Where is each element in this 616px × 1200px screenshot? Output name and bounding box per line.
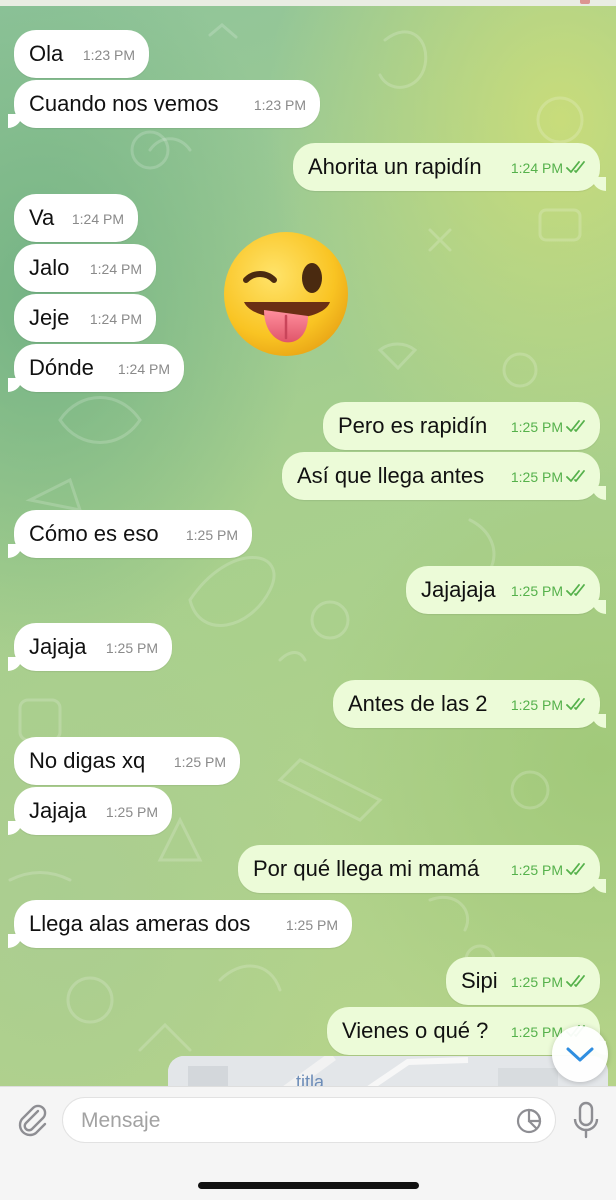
map-street-label: titla (296, 1072, 325, 1086)
outgoing-message[interactable]: Antes de las 2 1:25 PM (333, 680, 606, 728)
message-time: 1:24 PM (117, 361, 170, 377)
message-text: Vienes o qué ? (342, 1018, 489, 1043)
message-time: 1:25 PM (173, 754, 226, 770)
outgoing-message[interactable]: Pero es rapidín 1:25 PM (323, 402, 600, 450)
message-text: Jajaja (29, 798, 87, 823)
microphone-icon[interactable] (570, 1101, 602, 1141)
message-text: Sipi (461, 968, 498, 993)
message-text: Dónde (29, 355, 94, 380)
incoming-message[interactable]: Jajaja 1:25 PM (8, 623, 172, 671)
message-time: 1:25 PM (105, 804, 158, 820)
incoming-message[interactable]: Va 1:24 PM (14, 194, 138, 242)
outgoing-message[interactable]: Por qué llega mi mamá 1:25 PM (238, 845, 606, 893)
read-receipt-icon (566, 863, 585, 875)
outgoing-message[interactable]: Ahorita un rapidín 1:24 PM (293, 143, 606, 191)
message-text: Cómo es eso (29, 521, 159, 546)
message-text: No digas xq (29, 748, 146, 773)
message-time: 1:23 PM (253, 97, 306, 113)
incoming-message[interactable]: Cuando nos vemos 1:23 PM (8, 80, 320, 128)
location-map-preview[interactable]: titla (168, 1056, 608, 1086)
read-receipt-icon (566, 470, 585, 482)
read-receipt-icon (566, 975, 585, 987)
message-time: 1:23 PM (82, 47, 135, 63)
message-time: 1:25 PM (285, 917, 338, 933)
message-time: 1:25 PM (510, 469, 563, 485)
incoming-message[interactable]: Jalo 1:24 PM (14, 244, 156, 292)
home-indicator (198, 1182, 419, 1189)
message-time: 1:25 PM (185, 527, 238, 543)
chat-background: Ola 1:23 PM Cuando nos vemos 1:23 PM Ahorita… (0, 0, 616, 1086)
message-text: Va (29, 205, 55, 230)
chevron-down-icon (566, 1047, 594, 1062)
read-receipt-icon (566, 584, 585, 596)
message-text: Por qué llega mi mamá (253, 856, 480, 881)
message-input-field[interactable] (62, 1097, 556, 1143)
scroll-to-bottom-button[interactable] (552, 1026, 608, 1082)
message-time: 1:25 PM (510, 419, 563, 435)
message-text: Ahorita un rapidín (308, 154, 482, 179)
message-text: Pero es rapidín (338, 413, 488, 438)
message-input[interactable] (79, 1106, 503, 1136)
message-time: 1:25 PM (510, 974, 563, 990)
message-time: 1:25 PM (105, 640, 158, 656)
message-text: Antes de las 2 (348, 691, 488, 716)
message-text: Jajaja (29, 634, 87, 659)
read-receipt-icon (566, 161, 585, 173)
message-text: Así que llega antes (297, 463, 485, 488)
message-text: Jajajaja (421, 577, 496, 602)
message-text: Llega alas ameras dos (29, 911, 251, 936)
message-time: 1:25 PM (510, 583, 563, 599)
incoming-message[interactable]: Llega alas ameras dos 1:25 PM (8, 900, 352, 948)
read-receipt-icon (566, 698, 585, 710)
message-time: 1:24 PM (89, 261, 142, 277)
incoming-message[interactable]: Ola 1:23 PM (14, 30, 149, 78)
incoming-message[interactable]: Jajaja 1:25 PM (8, 787, 172, 835)
incoming-message[interactable]: Dónde 1:24 PM (8, 344, 184, 392)
message-text: Jalo (29, 255, 70, 280)
message-time: 1:24 PM (89, 311, 142, 327)
paperclip-icon[interactable] (14, 1101, 50, 1137)
incoming-message[interactable]: Cómo es eso 1:25 PM (8, 510, 252, 558)
read-receipt-icon (566, 420, 585, 432)
outgoing-message[interactable]: Así que llega antes 1:25 PM (282, 452, 606, 500)
message-time: 1:25 PM (510, 697, 563, 713)
message-composer (0, 1086, 616, 1200)
message-time: 1:24 PM (71, 211, 124, 227)
message-text: Ola (29, 41, 64, 66)
message-text: Cuando nos vemos (29, 91, 219, 116)
message-text: Jeje (29, 305, 70, 330)
message-time: 1:24 PM (510, 160, 563, 176)
sticker-icon[interactable] (515, 1107, 543, 1135)
outgoing-message[interactable]: Sipi 1:25 PM (446, 957, 600, 1005)
incoming-message[interactable]: No digas xq 1:25 PM (14, 737, 240, 785)
incoming-message[interactable]: Jeje 1:24 PM (14, 294, 156, 342)
message-time: 1:25 PM (510, 862, 563, 878)
winking-tongue-face-emoji[interactable] (218, 228, 354, 368)
outgoing-message[interactable]: Jajajaja 1:25 PM (406, 566, 606, 614)
